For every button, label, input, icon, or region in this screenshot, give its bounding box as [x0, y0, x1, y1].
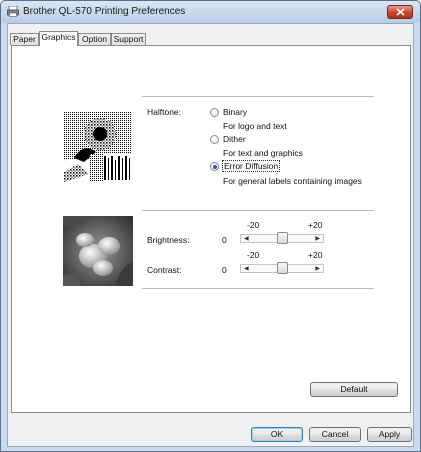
default-button[interactable]: Default — [310, 382, 398, 397]
radio-dither-label[interactable]: Dither — [223, 134, 246, 144]
radio-binary[interactable] — [210, 108, 219, 117]
halftone-preview-image — [64, 112, 132, 182]
title-bar[interactable]: Brother QL-570 Printing Preferences — [1, 1, 420, 23]
tab-support[interactable]: Support — [111, 33, 146, 45]
slider-right-arrow-icon[interactable]: ▶ — [315, 265, 320, 272]
separator — [142, 288, 374, 289]
binary-description: For logo and text — [223, 121, 287, 131]
slider-left-arrow-icon[interactable]: ◀ — [244, 265, 249, 272]
tab-paper[interactable]: Paper — [10, 33, 39, 45]
radio-binary-label[interactable]: Binary — [223, 107, 247, 117]
slider-right-arrow-icon[interactable]: ▶ — [315, 235, 320, 242]
brightness-preview-image — [63, 216, 133, 286]
printer-icon — [7, 6, 19, 17]
tab-paper-label: Paper — [13, 34, 36, 44]
printing-preferences-window: Brother QL-570 Printing Preferences Pape… — [0, 0, 421, 452]
contrast-max-label: +20 — [308, 250, 323, 260]
halftone-label: Halftone: — [147, 107, 182, 117]
separator — [142, 96, 374, 97]
brightness-max-label: +20 — [308, 220, 323, 230]
tab-support-label: Support — [113, 34, 144, 44]
window-title: Brother QL-570 Printing Preferences — [23, 6, 186, 17]
brightness-label: Brightness: — [147, 235, 190, 245]
brightness-value: 0 — [222, 235, 227, 245]
brightness-slider[interactable]: ◀ ▶ — [240, 232, 324, 244]
graphics-tab-panel: Halftone: Binary For logo and text Dithe… — [11, 45, 411, 413]
radio-dither[interactable] — [210, 135, 219, 144]
tab-graphics[interactable]: Graphics — [39, 31, 78, 46]
dialog-body: Paper Graphics Option Support Halftone: … — [7, 23, 414, 447]
tab-option[interactable]: Option — [78, 33, 111, 45]
contrast-min-label: -20 — [247, 250, 260, 260]
contrast-value: 0 — [222, 265, 227, 275]
cancel-button[interactable]: Cancel — [309, 427, 361, 442]
apply-button[interactable]: Apply — [367, 427, 412, 442]
contrast-label: Contrast: — [147, 265, 182, 275]
brightness-min-label: -20 — [247, 220, 260, 230]
dither-description: For text and graphics — [223, 148, 303, 158]
radio-error-diffusion-label[interactable]: Error Diffusion — [222, 160, 281, 172]
contrast-slider[interactable]: ◀ ▶ — [240, 262, 324, 274]
tab-option-label: Option — [81, 34, 108, 44]
slider-left-arrow-icon[interactable]: ◀ — [244, 235, 249, 242]
separator — [142, 210, 374, 211]
tab-graphics-label: Graphics — [41, 32, 76, 42]
close-icon — [396, 8, 405, 16]
close-button[interactable] — [387, 5, 413, 19]
contrast-slider-thumb[interactable] — [277, 262, 288, 274]
ok-button[interactable]: OK — [251, 427, 303, 442]
error-diffusion-description: For general labels containing images — [223, 176, 362, 186]
brightness-slider-thumb[interactable] — [277, 232, 288, 244]
radio-error-diffusion[interactable] — [210, 162, 219, 171]
